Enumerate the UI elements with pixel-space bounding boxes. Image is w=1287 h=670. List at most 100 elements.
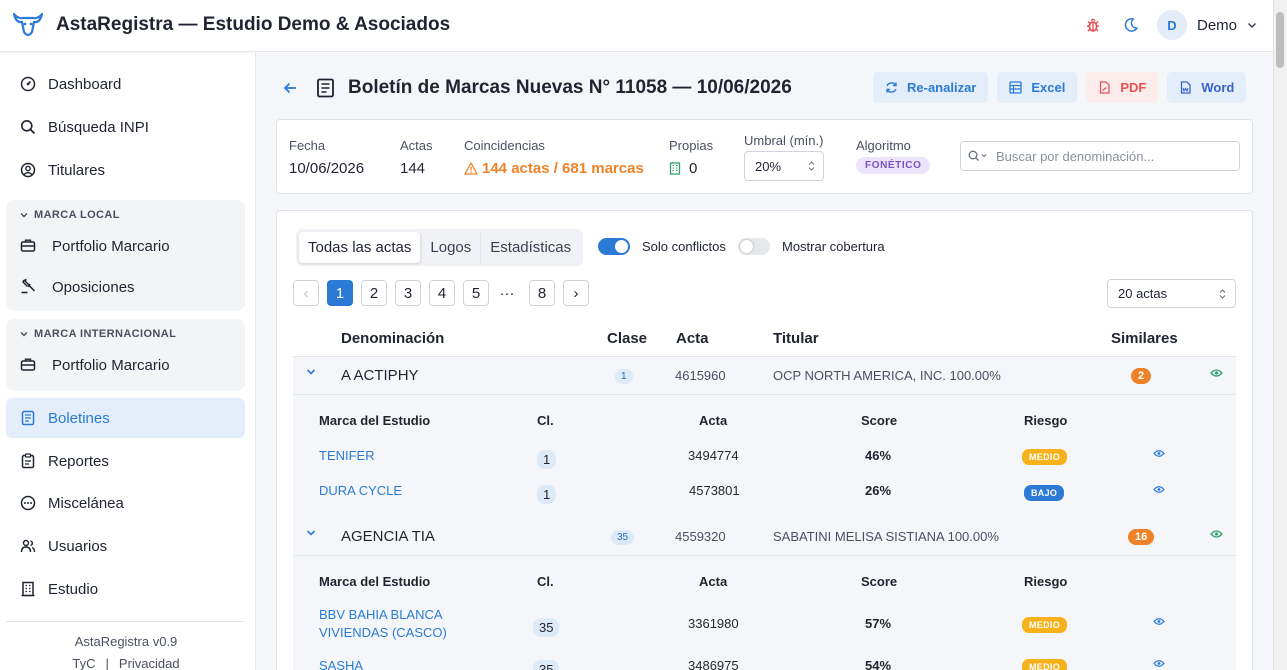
sub-header-cl: Cl. (537, 413, 554, 428)
stat-fecha: Fecha 10/06/2026 (289, 138, 364, 177)
tab-logos[interactable]: Logos (421, 232, 482, 263)
bull-logo-icon[interactable] (11, 10, 45, 40)
sidebar-item-oposiciones[interactable]: Oposiciones (20, 278, 135, 296)
updown-icon (808, 161, 815, 171)
bug-icon[interactable] (1077, 9, 1109, 41)
sidebar-item-reportes[interactable]: Reportes (6, 441, 245, 481)
pdf-button[interactable]: PDF (1086, 72, 1159, 103)
eye-icon[interactable] (1210, 368, 1223, 378)
stat-value[interactable]: 144 actas / 681 marcas (464, 160, 644, 177)
search-icon (968, 150, 988, 162)
sidebar-item-label: Portfolio Marcario (52, 356, 170, 374)
next-page-button[interactable]: › (563, 280, 589, 306)
eye-icon[interactable] (1153, 659, 1165, 668)
solo-conflictos-toggle[interactable]: Solo conflictos (598, 238, 726, 255)
chevron-down-icon (20, 211, 28, 219)
user-menu[interactable]: D Demo (1156, 10, 1257, 40)
toggle-switch[interactable] (738, 238, 770, 255)
group-title[interactable]: MARCA INTERNACIONAL (20, 328, 176, 340)
search-placeholder: Buscar por denominación... (996, 148, 1155, 164)
eye-icon[interactable] (1153, 485, 1165, 494)
link-terms[interactable]: TyC (72, 656, 95, 670)
chevron-down-icon (20, 330, 28, 338)
marca-link[interactable]: SASHA (319, 658, 363, 670)
page-button-8[interactable]: 8 (529, 280, 555, 306)
page-button-4[interactable]: 4 (429, 280, 455, 306)
sidebar-item-dashboard[interactable]: Dashboard (6, 64, 245, 104)
word-button[interactable]: Word (1167, 72, 1247, 103)
eye-icon[interactable] (1153, 449, 1165, 458)
umbral-value: 20% (755, 158, 782, 174)
prev-page-button[interactable]: ‹ (293, 280, 319, 306)
excel-button-label: Excel (1031, 80, 1066, 95)
mostrar-cobertura-toggle[interactable]: Mostrar cobertura (738, 238, 885, 255)
arrow-left-icon[interactable] (282, 80, 298, 96)
chevron-down-icon[interactable] (306, 528, 316, 538)
moon-icon[interactable] (1115, 9, 1147, 41)
sidebar-item-label: Reportes (48, 452, 109, 470)
per-page-select[interactable]: 20 actas (1107, 279, 1236, 308)
reanalyze-button[interactable]: Re-analizar (873, 72, 989, 103)
risk-badge: MEDIO (1022, 449, 1068, 465)
app-version: AstaRegistra v0.9 (74, 634, 178, 649)
eye-icon[interactable] (1210, 529, 1223, 539)
word-button-label: Word (1201, 80, 1235, 95)
pdf-button-label: PDF (1120, 80, 1147, 95)
score: 26% (865, 483, 892, 498)
sidebar-item-usuarios[interactable]: Usuarios (6, 526, 245, 566)
acta-number: 4559320 (675, 529, 726, 544)
search-icon (19, 118, 37, 136)
sub-header-marca: Marca del Estudio (319, 413, 431, 428)
sidebar-item-miscelanea[interactable]: Miscelánea (6, 483, 245, 523)
column-header-similares[interactable]: Similares (1111, 330, 1178, 347)
sidebar-item-titulares[interactable]: Titulares (6, 150, 245, 190)
stat-value: 10/06/2026 (289, 160, 365, 177)
marca-link[interactable]: TENIFER (319, 448, 375, 463)
table-row[interactable]: AGENCIA TIA 35 4559320 SABATINI MELISA S… (293, 518, 1236, 556)
sub-header-score: Score (861, 413, 898, 428)
search-input[interactable]: Buscar por denominación... (960, 141, 1240, 171)
sidebar-item-label: Miscelánea (48, 494, 124, 512)
column-header-denominacion[interactable]: Denominación (341, 330, 444, 347)
sidebar-item-busqueda[interactable]: Búsqueda INPI (6, 107, 245, 147)
scrollbar-thumb[interactable] (1276, 12, 1284, 68)
page-button-1[interactable]: 1 (327, 280, 353, 306)
sidebar: Dashboard Búsqueda INPI Titulares MARCA … (0, 53, 256, 670)
column-header-acta[interactable]: Acta (676, 330, 709, 347)
sidebar-item-label: Estudio (48, 580, 99, 598)
class-badge: 1 (615, 369, 633, 384)
table-row[interactable]: A ACTIPHY 1 4615960 OCP NORTH AMERICA, I… (293, 357, 1236, 395)
marca-link[interactable]: BBV BAHIA BLANCA VIVIENDAS (CASCO) (319, 606, 469, 642)
chevron-down-icon[interactable] (306, 367, 316, 377)
group-title[interactable]: MARCA LOCAL (20, 209, 120, 221)
sub-header-acta: Acta (699, 574, 728, 589)
page-button-2[interactable]: 2 (361, 280, 387, 306)
class-badge: 35 (533, 618, 560, 637)
pdf-file-icon (1098, 81, 1120, 94)
link-privacy[interactable]: Privacidad (119, 656, 180, 670)
column-header-clase[interactable]: Clase (607, 330, 647, 347)
eye-icon[interactable] (1153, 617, 1165, 626)
column-header-titular[interactable]: Titular (773, 330, 819, 347)
sidebar-item-portfolio-local[interactable]: Portfolio Marcario (20, 237, 170, 255)
document-icon (316, 78, 335, 98)
per-page-value: 20 actas (1118, 286, 1168, 301)
app-title: AstaRegistra — Estudio Demo & Asociados (56, 14, 451, 35)
window-scrollbar[interactable] (1273, 0, 1287, 670)
sidebar-item-estudio[interactable]: Estudio (6, 569, 245, 609)
tab-todas-las-actas[interactable]: Todas las actas (299, 232, 422, 263)
sidebar-item-portfolio-internacional[interactable]: Portfolio Marcario (20, 356, 170, 374)
tab-estadisticas[interactable]: Estadísticas (481, 232, 580, 263)
marca-link[interactable]: DURA CYCLE (319, 483, 402, 498)
reanalyze-button-label: Re-analizar (907, 80, 977, 95)
building-icon (19, 580, 37, 598)
stat-label: Umbral (mín.) (744, 133, 824, 148)
toolbar: Re-analizar Excel PDF Word (873, 72, 1255, 103)
sidebar-item-boletines[interactable]: Boletines (6, 398, 245, 438)
page-button-5[interactable]: 5 (463, 280, 489, 306)
excel-button[interactable]: Excel (997, 72, 1078, 103)
umbral-select[interactable]: 20% (744, 151, 824, 181)
toggle-switch[interactable] (598, 238, 630, 255)
page-button-3[interactable]: 3 (395, 280, 421, 306)
propias-value: 0 (689, 160, 698, 177)
